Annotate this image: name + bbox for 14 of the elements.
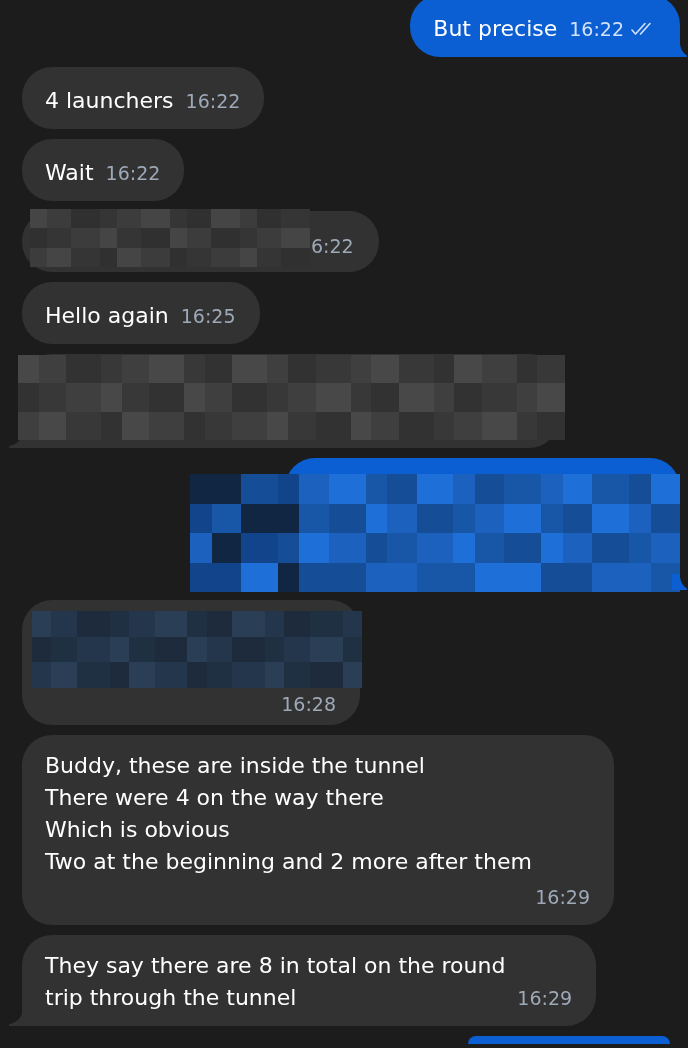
message-time: 6:22 xyxy=(311,234,354,258)
message-time: 16:29 xyxy=(535,885,590,910)
message-time: 16:25 xyxy=(180,304,236,329)
message-text: But precise xyxy=(433,15,558,43)
message-text: Hello again xyxy=(45,302,169,330)
message-time: 16:28 xyxy=(281,692,336,717)
message-text: Wait xyxy=(45,159,94,187)
message-time: 16:22 xyxy=(105,161,161,186)
message-text: They say there are 8 in total on the round trip through the tunnel xyxy=(45,952,506,1012)
message-text: 4 launchers xyxy=(45,87,174,115)
message-text: Buddy, these are inside the tunnel There were 4 on the way there Which is obvious Two at the beginning and 2 more after them xyxy=(45,752,532,876)
message-time: 16:22 xyxy=(185,89,241,114)
message-time: 16:22 xyxy=(569,17,624,42)
message-time: 16:29 xyxy=(517,986,573,1011)
